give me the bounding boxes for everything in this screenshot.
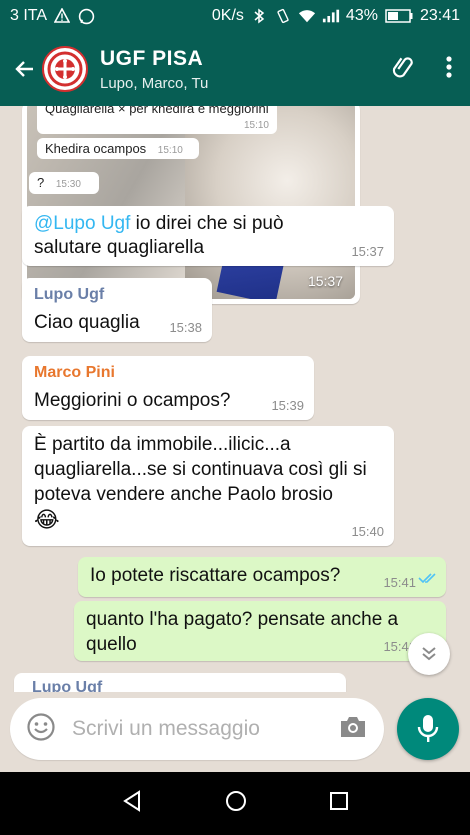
- warning-icon: [53, 7, 71, 25]
- mention-link[interactable]: @Lupo Ugf: [34, 213, 130, 234]
- message-composer: [10, 698, 384, 760]
- mic-button[interactable]: [397, 698, 459, 760]
- incoming-message[interactable]: @Lupo Ugf io direi che si può salutare q…: [22, 206, 394, 266]
- emoji-icon[interactable]: [26, 712, 56, 747]
- sender-name[interactable]: Lupo Ugf: [34, 286, 200, 304]
- sender-name[interactable]: Marco Pini: [34, 364, 302, 382]
- group-logo-icon: [47, 51, 83, 87]
- clock: 23:41: [419, 7, 460, 24]
- whatsapp-icon: [77, 7, 95, 25]
- message-text: Meggiorini o ocampos?: [34, 390, 231, 411]
- status-bar: 3 ITA 0K/s 43% 23:41: [0, 0, 470, 32]
- microphone-icon: [417, 715, 439, 742]
- wifi-icon: [298, 7, 316, 25]
- participants-list: Lupo, Marco, Tu: [100, 74, 209, 92]
- chat-title-area[interactable]: UGF PISA Lupo, Marco, Tu: [100, 47, 208, 92]
- message-time: 15:38: [169, 320, 202, 335]
- message-text: Io potete riscattare ocampos?: [90, 565, 341, 586]
- message-text: È partito da immobile...ilicic...a quagl…: [34, 434, 367, 505]
- message-text: quanto l'ha pagato? pensate anche a quel…: [86, 609, 399, 655]
- network-speed: 0K/s: [211, 7, 244, 24]
- sender-name[interactable]: Lupo Ugf: [32, 679, 328, 692]
- message-time: 15:41: [383, 575, 416, 590]
- message-time: 15:39: [271, 398, 304, 413]
- media-message[interactable]: Quagliarella × per khedira e meggiorini …: [22, 106, 360, 304]
- more-options-icon[interactable]: [446, 55, 452, 84]
- chat-header: UGF PISA Lupo, Marco, Tu: [0, 32, 470, 106]
- carrier-label: 3 ITA: [10, 7, 48, 24]
- preview-bubble: ? 15:30: [29, 172, 99, 194]
- back-arrow-icon[interactable]: [10, 49, 40, 89]
- android-navigation-bar: [0, 772, 470, 835]
- message-time: 15:37: [307, 273, 343, 289]
- preview-bubble: Quagliarella × per khedira e meggiorini …: [37, 106, 277, 134]
- signal-icon: [322, 7, 340, 25]
- read-ticks-icon: [418, 568, 438, 590]
- message-list[interactable]: Quagliarella × per khedira e meggiorini …: [0, 106, 470, 692]
- double-chevron-down-icon: [422, 647, 436, 661]
- group-name: UGF PISA: [100, 46, 204, 70]
- nav-home-icon[interactable]: [224, 789, 248, 818]
- incoming-message[interactable]: Lupo Ugf: [14, 673, 346, 692]
- camera-icon[interactable]: [338, 714, 368, 745]
- incoming-message[interactable]: È partito da immobile...ilicic...a quagl…: [22, 426, 394, 546]
- nav-back-icon[interactable]: [120, 789, 144, 818]
- paperclip-icon[interactable]: [390, 53, 418, 86]
- incoming-message[interactable]: Lupo Ugf Ciao quaglia 15:38: [22, 278, 212, 342]
- nav-recents-icon[interactable]: [328, 790, 350, 817]
- scroll-to-bottom-button[interactable]: [408, 633, 450, 675]
- group-avatar[interactable]: [42, 46, 88, 92]
- bluetooth-icon: [250, 7, 268, 25]
- laughing-emoji-icon: 😂: [34, 507, 60, 532]
- preview-bubble: Khedira ocampos 15:10: [37, 138, 199, 159]
- shared-image[interactable]: Quagliarella × per khedira e meggiorini …: [27, 106, 355, 299]
- outgoing-message[interactable]: quanto l'ha pagato? pensate anche a quel…: [74, 601, 446, 661]
- battery-icon: [384, 7, 414, 25]
- message-time: 15:37: [351, 244, 384, 259]
- vibrate-icon: [274, 7, 292, 25]
- incoming-message[interactable]: Marco Pini Meggiorini o ocampos? 15:39: [22, 356, 314, 420]
- outgoing-message[interactable]: Io potete riscattare ocampos? 15:41: [78, 557, 446, 597]
- battery-percent: 43%: [345, 7, 378, 24]
- message-text: @Lupo Ugf io direi che si può salutare q…: [34, 213, 284, 258]
- message-input[interactable]: [72, 717, 322, 741]
- message-time: 15:40: [351, 524, 384, 539]
